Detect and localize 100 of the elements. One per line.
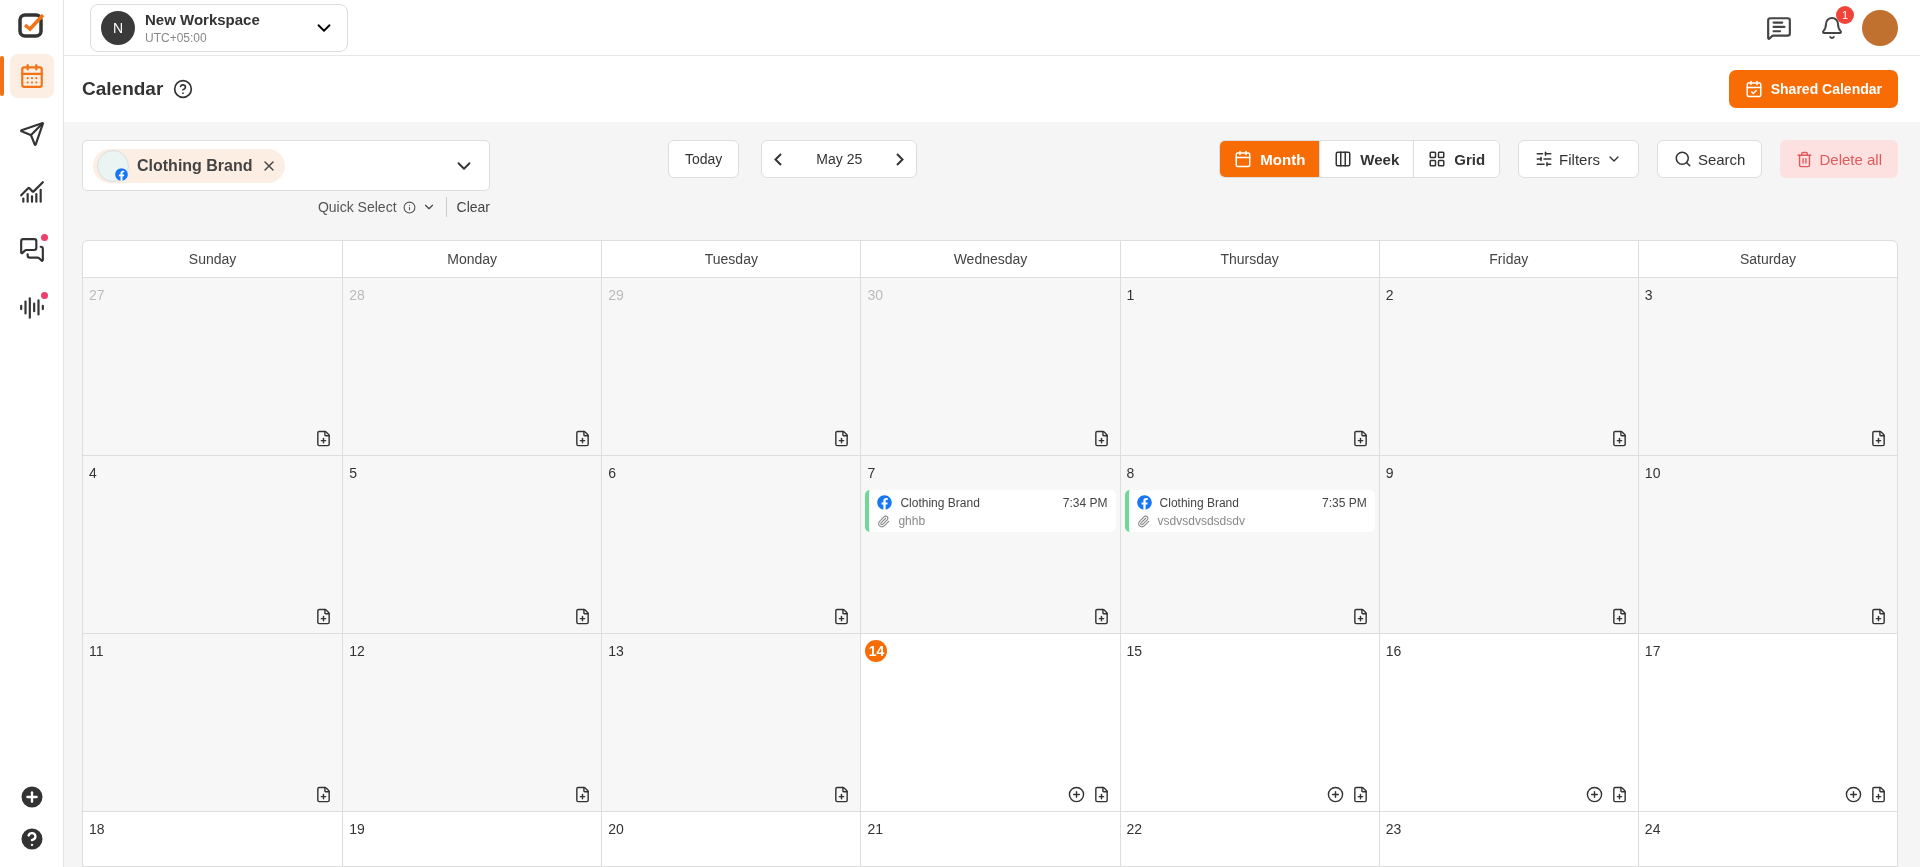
day-number: 20 [607,820,625,839]
clear-button[interactable]: Clear [456,199,490,215]
user-avatar[interactable] [1862,9,1898,46]
weekday-header: Saturday [1637,241,1897,277]
day-cell[interactable]: 12 [342,634,602,811]
add-post-button[interactable] [1585,786,1603,803]
day-cell[interactable]: 3 [1637,278,1897,455]
search-icon [1673,150,1692,168]
facebook-icon [877,495,893,510]
day-number: 18 [88,820,106,839]
day-number: 13 [607,642,625,661]
new-draft-button[interactable] [1870,608,1887,625]
page-title: Calendar [82,78,164,100]
new-draft-button[interactable] [1092,786,1110,803]
paper-plane-icon [18,121,45,147]
search-button[interactable]: Search [1656,140,1763,178]
filters-button[interactable]: Filters [1518,140,1639,178]
day-cell[interactable]: 11 [83,634,343,811]
chat-bubbles-icon [18,237,45,263]
new-draft-button[interactable] [1351,608,1369,625]
day-cell[interactable]: 10 [1637,456,1897,633]
next-button[interactable] [896,152,905,166]
day-number: 28 [348,286,366,305]
day-cell[interactable]: 6 [601,456,861,633]
new-draft-button[interactable] [833,430,851,447]
weekday-header: Tuesday [601,241,861,277]
chevron-left-icon [774,152,783,166]
day-cell[interactable]: 5 [342,456,602,633]
new-draft-button[interactable] [315,608,333,625]
day-number: 2 [1384,286,1395,305]
day-number: 19 [348,820,366,839]
new-draft-button[interactable] [1610,608,1628,625]
notification-badge: 1 [1836,5,1854,24]
new-draft-button[interactable] [1870,430,1887,447]
day-cell[interactable]: 4 [83,456,343,633]
today-button[interactable]: Today [668,140,740,178]
chevron-right-icon [896,152,905,166]
paperclip-icon [1136,514,1150,528]
post-event[interactable]: Clothing Brand 7:34 PM ghhb [865,490,1116,532]
notifications-button[interactable]: 1 [1810,5,1854,50]
account-select[interactable]: Clothing Brand [82,140,490,191]
day-cell[interactable]: 1 [1119,278,1379,455]
day-number: 5 [348,464,358,483]
audio-wave-icon [18,295,45,321]
add-post-button[interactable] [1845,786,1862,803]
sliders-icon [1535,150,1554,168]
account-avatar [97,149,129,182]
message-icon [1766,14,1792,41]
day-number: 10 [1643,464,1662,483]
new-draft-button[interactable] [1351,786,1369,803]
day-number: 27 [88,286,106,305]
bell-icon [1820,15,1844,40]
day-cell[interactable]: 13 [601,634,861,811]
facebook-icon [1136,495,1152,510]
day-cell[interactable]: 9 [1378,456,1638,633]
day-number: 8 [1125,464,1136,483]
grid-icon [1428,150,1447,168]
day-number: 16 [1384,642,1403,661]
new-draft-button[interactable] [1610,430,1628,447]
day-number: 17 [1643,642,1662,661]
new-draft-button[interactable] [315,430,333,447]
previous-button[interactable] [774,152,783,166]
day-number: 24 [1643,820,1662,839]
workspace-name: New Workspace [145,10,261,28]
weekday-header: Thursday [1119,241,1379,277]
period-label: May 25 [816,151,863,167]
weekday-header: Monday [342,241,602,277]
add-post-button[interactable] [1067,786,1085,803]
day-cell[interactable]: 8 Clothing Brand 7:35 PM vsdvsdvsdsdsdv [1119,456,1379,633]
help-button[interactable] [173,79,194,99]
event-text: vsdvsdvsdsdsdv [1157,514,1245,528]
chart-icon [18,179,45,205]
new-draft-button[interactable] [1351,430,1369,447]
active-indicator [0,56,4,96]
new-draft-button[interactable] [1092,608,1110,625]
new-draft-button[interactable] [1092,430,1110,447]
new-draft-button[interactable] [574,786,592,803]
new-draft-button[interactable] [833,786,851,803]
day-number: 22 [1125,820,1144,839]
new-draft-button[interactable] [315,786,333,803]
new-draft-button[interactable] [574,608,592,625]
workspace-selector[interactable]: N New Workspace UTC+05:00 [90,3,348,52]
view-tab[interactable]: Grid [1413,141,1500,177]
new-draft-button[interactable] [1870,786,1887,803]
weekday-header: Friday [1378,241,1638,277]
day-number: 1 [1125,286,1136,305]
day-cell[interactable]: 2 [1378,278,1638,455]
event-account: Clothing Brand [1159,495,1239,510]
new-draft-button[interactable] [1610,786,1628,803]
day-number: 4 [88,464,98,483]
add-post-button[interactable] [1326,786,1344,803]
day-cell[interactable]: 7 Clothing Brand 7:34 PM ghhb [860,456,1120,633]
paperclip-icon [877,514,891,528]
post-event[interactable]: Clothing Brand 7:35 PM vsdvsdvsdsdsdv [1124,490,1375,532]
new-draft-button[interactable] [833,608,851,625]
day-number: 6 [607,464,618,483]
calendar-icon [18,63,45,89]
day-number: 15 [1125,642,1144,661]
new-draft-button[interactable] [574,430,592,447]
day-number: 9 [1384,464,1395,483]
